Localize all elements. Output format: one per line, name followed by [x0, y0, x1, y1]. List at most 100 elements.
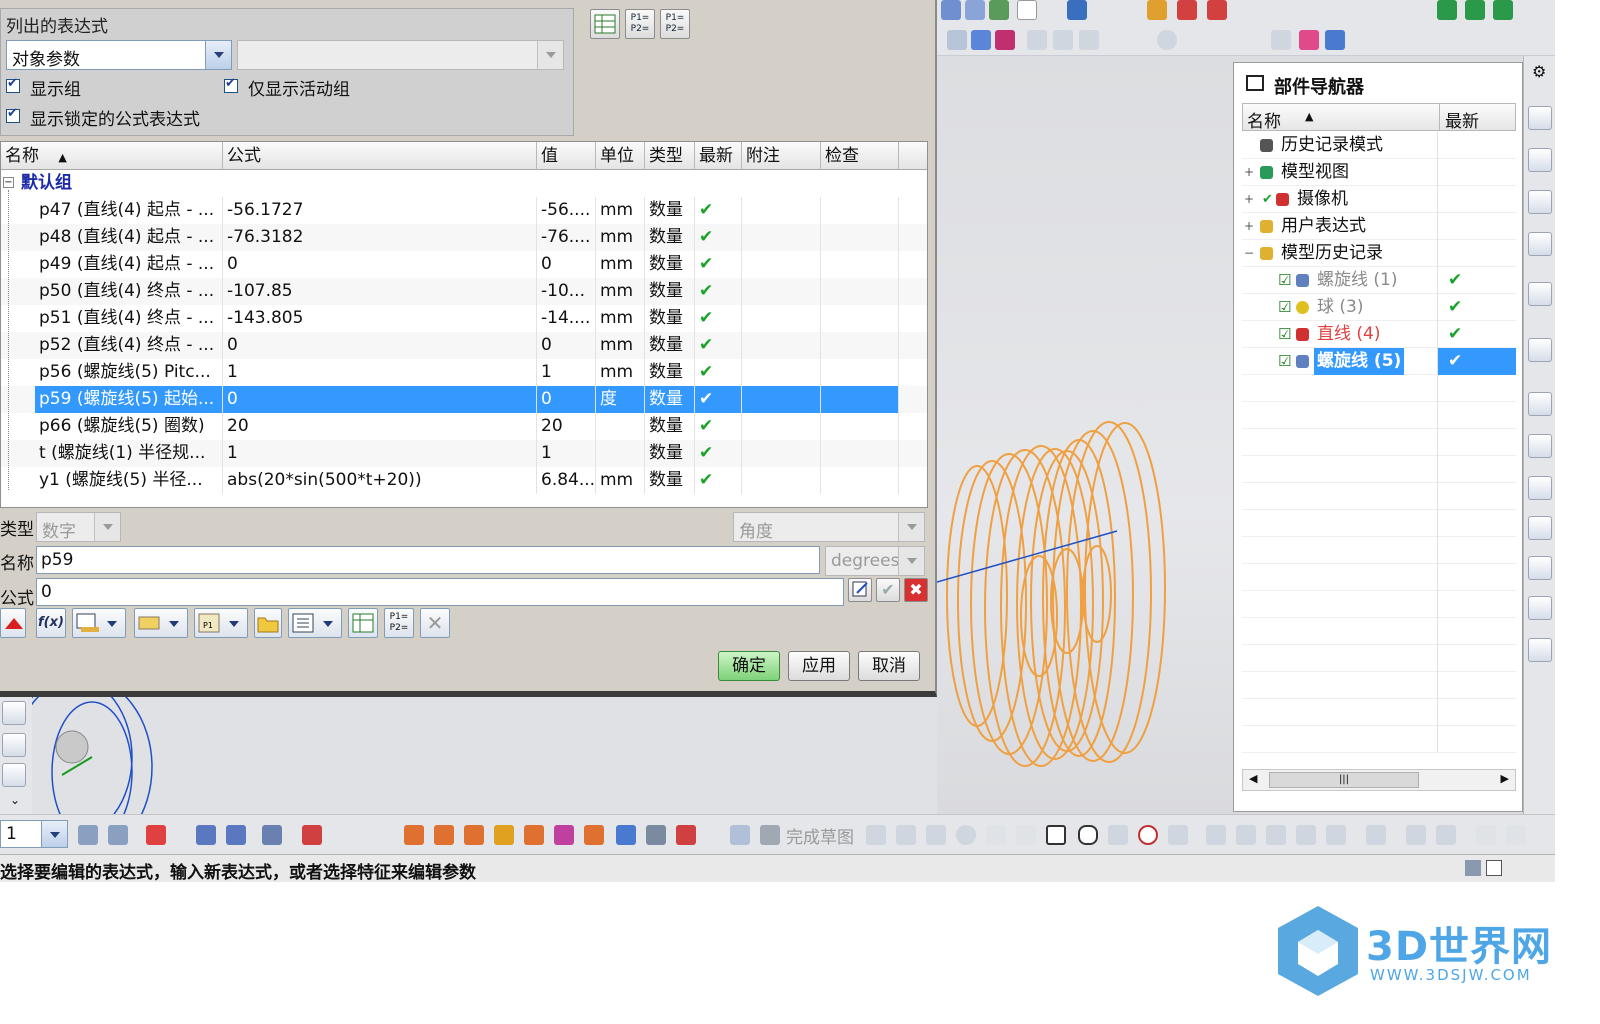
feature-visible-checkbox[interactable]: ☑ — [1278, 348, 1291, 375]
navigator-tab-icon[interactable] — [2, 701, 26, 725]
offset-icon[interactable] — [1296, 825, 1316, 845]
select-class-icon[interactable] — [226, 825, 246, 845]
arc-tool-icon[interactable] — [1053, 30, 1073, 50]
delete-expression-button[interactable]: ✕ — [420, 608, 450, 638]
navigator-item[interactable]: ☑ 直线 (4) ✔ — [1242, 321, 1516, 348]
history-icon[interactable] — [1528, 338, 1552, 362]
spreadsheet-button[interactable] — [348, 608, 378, 638]
status-grid-icon[interactable] — [1465, 860, 1481, 876]
p1p2-button[interactable]: P1= P2= — [384, 608, 414, 638]
nav-col-name[interactable]: 名称 — [1247, 107, 1281, 132]
collapse-dialog-button[interactable] — [0, 608, 26, 638]
accept-formula-button[interactable]: ✔ — [876, 578, 900, 602]
sketch-arc-icon[interactable] — [926, 825, 946, 845]
feature-visible-checkbox[interactable]: ☑ — [1278, 294, 1291, 321]
circle-tool-icon[interactable] — [1157, 30, 1177, 50]
revolve-icon[interactable] — [434, 825, 454, 845]
clock-icon[interactable] — [1528, 392, 1552, 416]
constraint-nav-icon[interactable] — [1528, 148, 1552, 172]
feature-visible-checkbox[interactable]: ☑ — [1278, 321, 1291, 348]
show-groups-checkbox[interactable] — [6, 76, 20, 93]
navigator-pin-icon[interactable] — [1246, 75, 1264, 91]
layer-visible-icon[interactable] — [108, 825, 128, 845]
col-unit[interactable]: 单位 — [596, 142, 645, 170]
col-name[interactable]: 名称 ▲ — [1, 142, 223, 170]
sketch-icon[interactable] — [730, 825, 750, 845]
extrude-icon[interactable] — [404, 825, 424, 845]
assembly-tab-icon[interactable] — [2, 733, 26, 757]
table-row[interactable]: p59 (螺旋线(5) 起始... 0 0 度数量 ✔ — [1, 386, 927, 413]
formula-input[interactable]: 0 — [36, 578, 844, 606]
name-input[interactable]: p59 — [36, 546, 820, 574]
assembly-nav-icon[interactable] — [1528, 106, 1552, 130]
scroll-left-icon[interactable]: ◀ — [1249, 772, 1257, 785]
group-row[interactable]: − 默认组 — [1, 170, 927, 197]
layer-icon[interactable] — [1325, 30, 1345, 50]
dimension-icon[interactable] — [302, 825, 322, 845]
ok-button[interactable]: 确定 — [718, 651, 780, 681]
angle-icon[interactable] — [1476, 825, 1496, 845]
sphere-icon[interactable] — [554, 825, 574, 845]
navigator-item[interactable]: ☑ 球 (3) ✔ — [1242, 294, 1516, 321]
table-row[interactable]: p48 (直线(4) 起点 - ... -76.3182 -76.... mm 数量 ✔ — [1, 224, 927, 251]
plus-icon[interactable] — [1168, 825, 1188, 845]
table-row[interactable]: p47 (直线(4) 起点 - ... -56.1727 -56.... mm 数量 ✔ — [1, 197, 927, 224]
table-icon[interactable] — [1271, 30, 1291, 50]
status-window-icon[interactable] — [1486, 860, 1502, 876]
view-icon[interactable] — [1528, 596, 1552, 620]
corner-icon[interactable] — [1266, 825, 1286, 845]
measure-icon[interactable] — [1147, 0, 1167, 20]
boolean-icon[interactable] — [584, 825, 604, 845]
collapse-icon[interactable]: − — [1244, 240, 1254, 267]
xyz-icon[interactable] — [676, 825, 696, 845]
render-style-icon[interactable] — [989, 0, 1009, 20]
part-nav-icon[interactable] — [1528, 190, 1552, 214]
palette-icon[interactable] — [1528, 434, 1552, 458]
spline-tool-icon[interactable] — [1079, 30, 1099, 50]
navigator-item[interactable]: + 用户表达式 — [1242, 213, 1516, 240]
point-icon[interactable] — [1207, 0, 1227, 20]
expand-icon[interactable]: + — [1244, 159, 1254, 186]
copy-icon[interactable] — [1465, 0, 1485, 20]
edit-formula-button[interactable] — [848, 578, 872, 602]
analysis-icon[interactable] — [1437, 0, 1457, 20]
system-scene-icon[interactable] — [1528, 556, 1552, 580]
show-active-only-checkbox[interactable] — [224, 76, 238, 93]
settings-gear-icon[interactable]: ⚙ — [1532, 62, 1546, 81]
col-comment[interactable]: 附注 — [742, 142, 821, 170]
navigator-item[interactable]: − 模型历史记录 — [1242, 240, 1516, 267]
report-icon[interactable] — [1528, 638, 1552, 662]
datum-icon[interactable] — [616, 825, 636, 845]
col-type[interactable]: 类型 — [645, 142, 695, 170]
table-row[interactable]: p50 (直线(4) 终点 - ... -107.85 -10... mm 数量 ✔ — [1, 278, 927, 305]
profile-icon[interactable] — [866, 825, 886, 845]
sketch-point-icon[interactable] — [1138, 825, 1158, 845]
color-icon[interactable] — [1299, 30, 1319, 50]
more-tools-icon[interactable] — [1506, 825, 1526, 845]
nav-hscrollbar[interactable]: ◀ ||| ▶ — [1242, 769, 1516, 791]
block-icon[interactable] — [464, 825, 484, 845]
col-value[interactable]: 值 — [537, 142, 596, 170]
sketch-dimension-icon[interactable] — [1436, 825, 1456, 845]
expand-icon[interactable]: + — [1244, 213, 1254, 240]
open-folder-button[interactable] — [254, 608, 282, 638]
col-check[interactable]: 检查 — [821, 142, 899, 170]
list-options-button[interactable] — [288, 608, 342, 638]
scroll-right-icon[interactable]: ▶ — [1501, 772, 1509, 785]
show-locked-checkbox[interactable] — [6, 106, 20, 123]
reuse-library-icon[interactable] — [2, 763, 26, 787]
navigator-item[interactable]: + ✔ 摄像机 — [1242, 186, 1516, 213]
import-expressions-button[interactable]: P1= P2= — [625, 9, 655, 39]
snap-point-icon[interactable] — [262, 825, 282, 845]
auto-constraint-icon[interactable] — [1406, 825, 1426, 845]
constraint-icon[interactable] — [1366, 825, 1386, 845]
role-icon[interactable] — [1528, 516, 1552, 540]
table-row[interactable]: p49 (直线(4) 起点 - ... 0 0 mm 数量 ✔ — [1, 251, 927, 278]
polygon-icon[interactable] — [1078, 825, 1098, 845]
wcs-icon[interactable] — [146, 825, 166, 845]
extend-icon[interactable] — [1236, 825, 1256, 845]
reject-formula-button[interactable]: ✖ — [904, 578, 928, 602]
nav-col-latest[interactable]: 最新 — [1445, 107, 1479, 132]
sketch-spline-icon[interactable] — [1108, 825, 1128, 845]
list-mode-select[interactable]: 对象参数 — [6, 40, 232, 70]
